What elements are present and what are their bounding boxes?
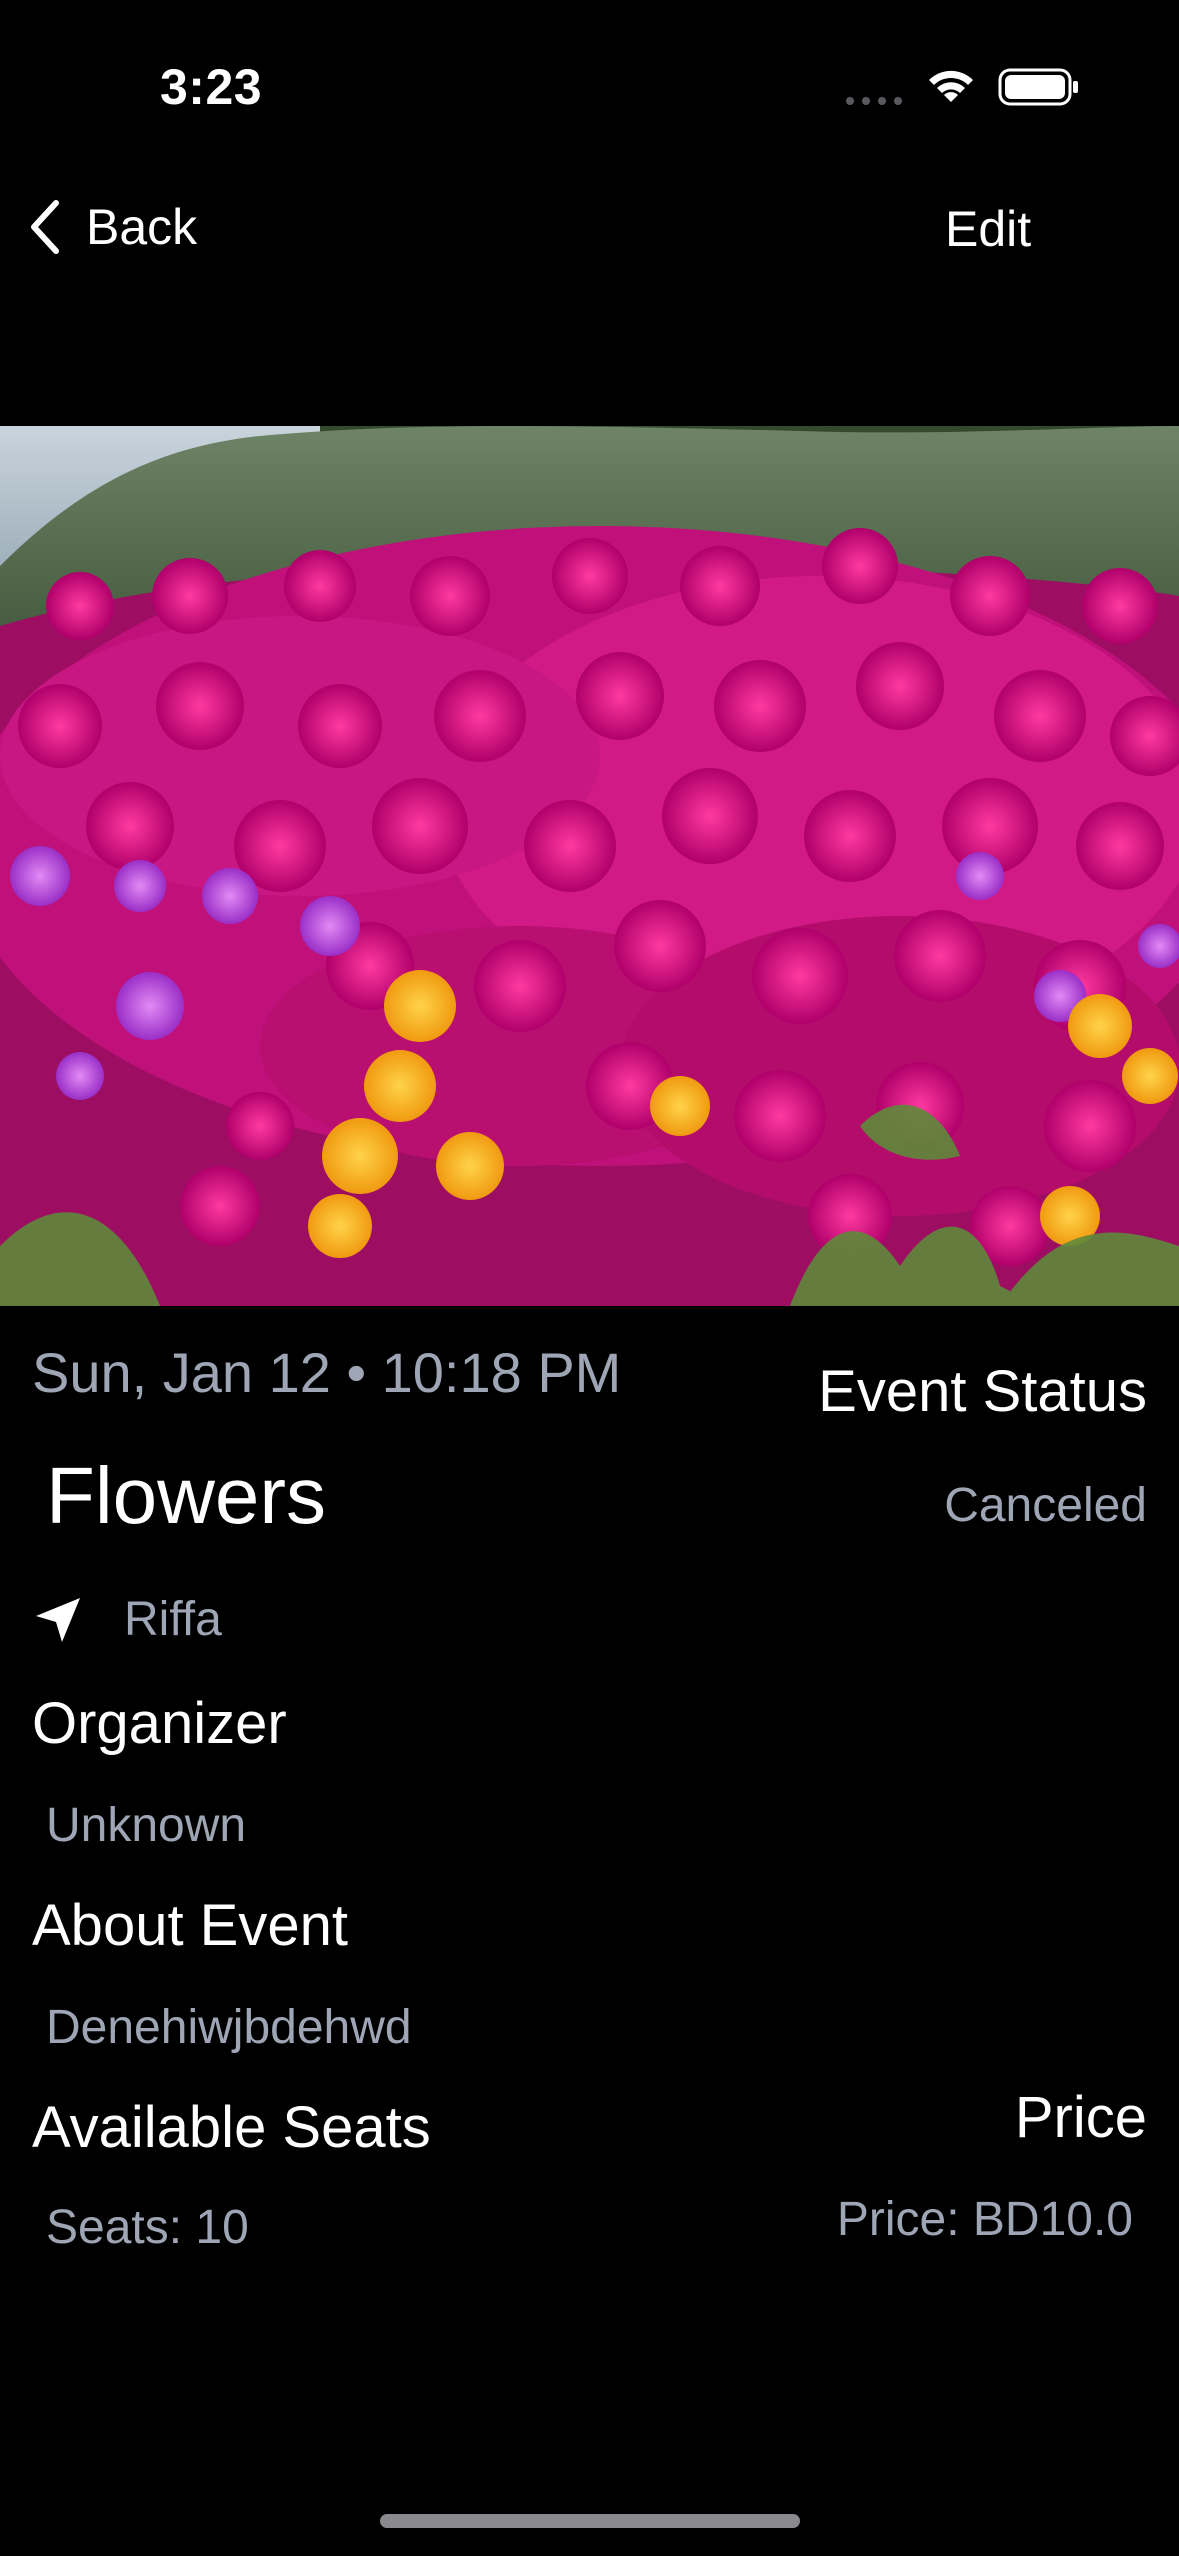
event-status-heading: Event Status xyxy=(818,1359,1147,1424)
event-title: Flowers xyxy=(46,1451,327,1540)
location-label: Riffa xyxy=(124,1593,222,1646)
event-image xyxy=(0,426,1179,1306)
event-status-value: Canceled xyxy=(944,1479,1147,1532)
home-indicator[interactable] xyxy=(380,2514,800,2528)
organizer-heading: Organizer xyxy=(32,1691,287,1756)
location-arrow-icon xyxy=(36,1597,80,1642)
status-time: 3:23 xyxy=(160,59,263,115)
available-seats-heading: Available Seats xyxy=(32,2095,431,2160)
battery-icon xyxy=(998,68,1078,106)
available-seats-value: Seats: 10 xyxy=(46,2201,249,2254)
about-event-heading: About Event xyxy=(32,1893,348,1958)
price-value: Price: BD10.0 xyxy=(836,2193,1133,2246)
edit-button[interactable]: Edit xyxy=(945,200,1031,258)
organizer-value: Unknown xyxy=(46,1799,247,1852)
back-label: Back xyxy=(86,199,198,255)
cellular-signal-icon xyxy=(846,97,902,105)
location-row: Riffa xyxy=(32,1592,222,1647)
event-datetime: Sun, Jan 12 • 10:18 PM xyxy=(32,1341,622,1404)
wifi-icon xyxy=(929,70,973,102)
about-event-value: Denehiwjbdehwd xyxy=(46,2001,412,2054)
price-heading: Price xyxy=(1014,2085,1147,2150)
back-button[interactable]: Back xyxy=(24,192,197,262)
chevron-left-icon xyxy=(31,200,59,254)
